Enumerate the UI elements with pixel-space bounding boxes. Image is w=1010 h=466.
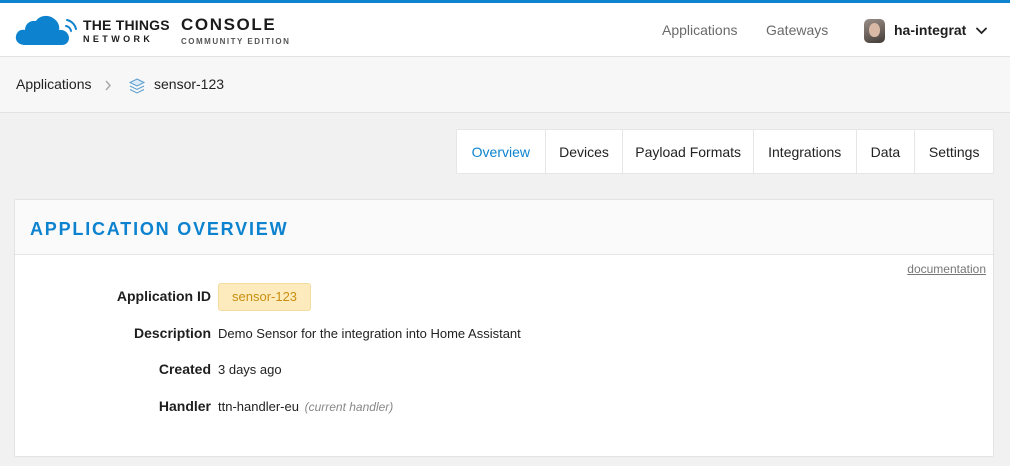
chevron-down-icon [976, 27, 987, 35]
application-id-label: Application ID [116, 288, 211, 304]
top-bar: THE THINGS NETWORK CONSOLE COMMUNITY EDI… [0, 0, 1010, 57]
breadcrumb-applications-link[interactable]: Applications [16, 76, 92, 92]
application-overview-card: APPLICATION OVERVIEW documentation Appli… [14, 199, 994, 457]
handler-label: Handler [158, 398, 211, 414]
tab-data[interactable]: Data [857, 130, 916, 173]
chevron-right-icon [105, 80, 112, 91]
tab-devices[interactable]: Devices [546, 130, 624, 173]
breadcrumb-current[interactable]: sensor-123 [154, 76, 224, 92]
description-label: Description [133, 325, 211, 341]
tab-payload-formats[interactable]: Payload Formats [623, 130, 754, 173]
nav-applications-link[interactable]: Applications [662, 22, 738, 38]
logo-line1: THE THINGS [83, 17, 170, 33]
application-tabs: Overview Devices Payload Formats Integra… [456, 129, 994, 174]
description-row: Description Demo Sensor for the integrat… [15, 322, 995, 346]
logo-line2: NETWORK [83, 34, 154, 44]
ttn-cloud-logo-icon [15, 15, 77, 46]
handler-row: Handler ttn-handler-eu (current handler) [15, 395, 995, 419]
logo-edition: COMMUNITY EDITION [181, 37, 291, 46]
created-label: Created [158, 361, 211, 377]
application-id-badge: sensor-123 [218, 283, 312, 311]
avatar [864, 19, 885, 43]
description-value: Demo Sensor for the integration into Hom… [218, 326, 521, 341]
username: ha-integrat [894, 22, 967, 38]
handler-value: ttn-handler-eu [218, 399, 299, 414]
tab-settings[interactable]: Settings [915, 130, 993, 173]
created-value: 3 days ago [218, 362, 282, 377]
application-id-row: Application ID sensor-123 [15, 283, 995, 311]
breadcrumb: Applications sensor-123 [0, 57, 1010, 113]
created-row: Created 3 days ago [15, 358, 995, 382]
page-title: APPLICATION OVERVIEW [30, 219, 289, 239]
tab-overview[interactable]: Overview [457, 130, 546, 173]
documentation-link[interactable]: documentation [907, 262, 986, 276]
application-stack-icon [128, 78, 146, 94]
logo-product: CONSOLE [181, 15, 277, 34]
card-header: APPLICATION OVERVIEW [15, 200, 993, 255]
handler-note: (current handler) [304, 400, 394, 414]
nav-gateways-link[interactable]: Gateways [766, 22, 828, 38]
tab-integrations[interactable]: Integrations [754, 130, 857, 173]
handler-value-wrap: ttn-handler-eu (current handler) [218, 399, 393, 414]
